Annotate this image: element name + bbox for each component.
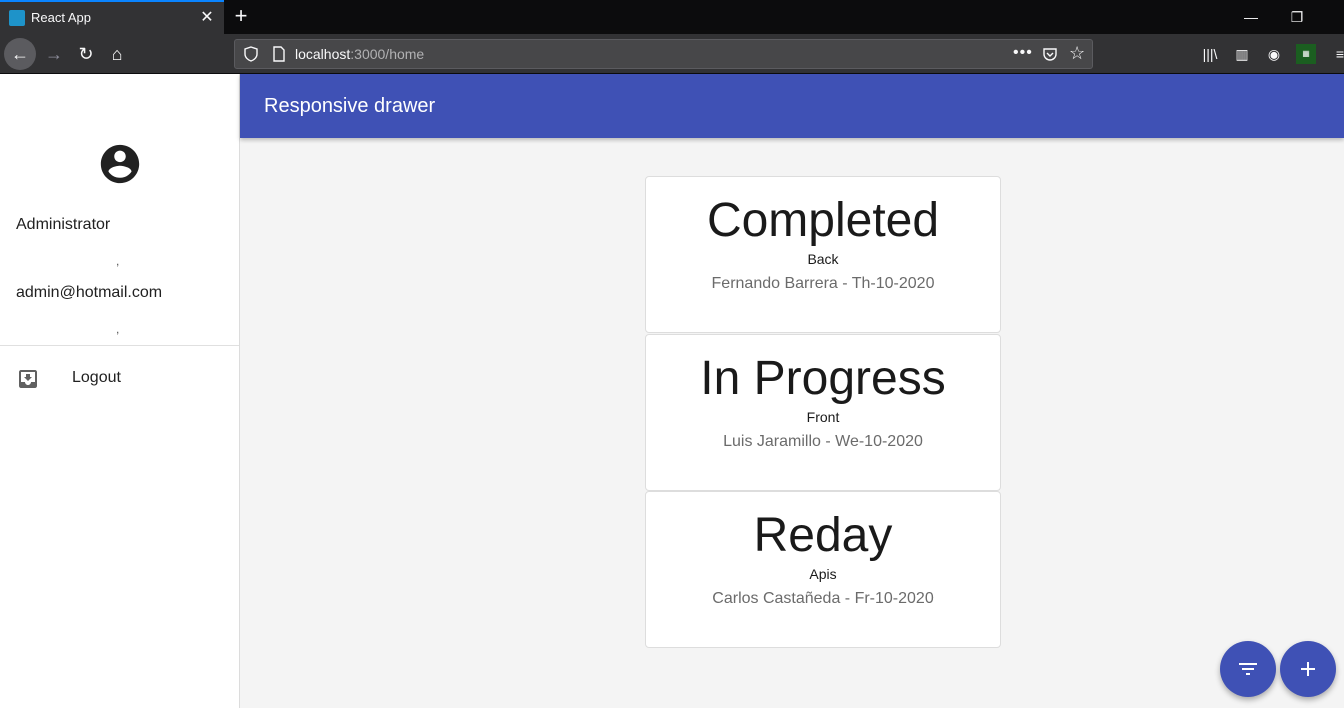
react-favicon-icon [9,10,25,26]
user-name: Administrator [16,216,111,233]
drawer-divider [0,345,239,346]
browser-nav-bar: ← → ↻ ⌂ localhost:3000/home ••• ☆ |||\ ▥… [0,34,1344,74]
app-bar: Responsive drawer [240,74,1344,138]
account-circle-icon [100,144,140,184]
filter-icon [1239,663,1257,675]
extension-icon[interactable]: ▦ [1296,44,1316,64]
shield-icon [244,46,258,62]
task-status: In Progress [700,352,946,405]
filter-fab-button[interactable] [1220,641,1276,697]
side-drawer: Administrator , admin@hotmail.com , Logo… [0,74,240,708]
task-status: Reday [753,509,893,562]
task-area: Apis [809,566,837,582]
reload-icon[interactable]: ↻ [70,38,102,70]
restore-icon[interactable]: ❐ [1274,0,1320,34]
inbox-download-icon [19,370,37,388]
task-meta: Fernando Barrera - Th-10-2020 [711,275,935,292]
task-card[interactable]: In Progress Front Luis Jaramillo - We-10… [645,334,1001,491]
separator-text: , [116,254,120,268]
task-area: Back [807,251,839,267]
browser-tab[interactable]: React App ✕ [0,0,224,34]
logout-list-item[interactable]: Logout [0,354,239,402]
url-bar[interactable]: localhost:3000/home ••• ☆ [234,39,1093,69]
bookmark-star-icon[interactable]: ☆ [1069,43,1085,64]
task-card[interactable]: Completed Back Fernando Barrera - Th-10-… [645,176,1001,333]
tab-close-icon[interactable]: ✕ [197,8,217,28]
pocket-icon[interactable] [1042,46,1058,62]
menu-icon[interactable]: ≡ [1330,44,1344,64]
url-text[interactable]: localhost:3000/home [295,46,424,62]
user-email: admin@hotmail.com [16,284,163,301]
account-icon[interactable]: ◉ [1264,44,1284,64]
add-icon [1301,662,1315,676]
browser-tab-bar: React App ✕ + — ❐ [0,0,1344,34]
library-icon[interactable]: |||\ [1200,44,1220,64]
page-icon [273,46,285,62]
separator-text: , [116,322,120,336]
add-fab-button[interactable] [1280,641,1336,697]
logout-label: Logout [72,369,121,386]
task-area: Front [806,409,840,425]
task-meta: Luis Jaramillo - We-10-2020 [723,433,923,450]
task-card[interactable]: Reday Apis Carlos Castañeda - Fr-10-2020 [645,491,1001,648]
tab-title: React App [31,10,91,25]
task-status: Completed [706,194,940,247]
new-tab-icon[interactable]: + [230,5,252,27]
task-meta: Carlos Castañeda - Fr-10-2020 [712,590,934,607]
minimize-icon[interactable]: — [1228,0,1274,34]
back-arrow-icon[interactable]: ← [4,38,36,70]
app-bar-title: Responsive drawer [264,95,436,117]
home-icon[interactable]: ⌂ [101,38,133,70]
page-actions-icon[interactable]: ••• [1013,44,1033,62]
forward-arrow-icon[interactable]: → [38,38,70,70]
sidebar-icon[interactable]: ▥ [1232,44,1252,64]
